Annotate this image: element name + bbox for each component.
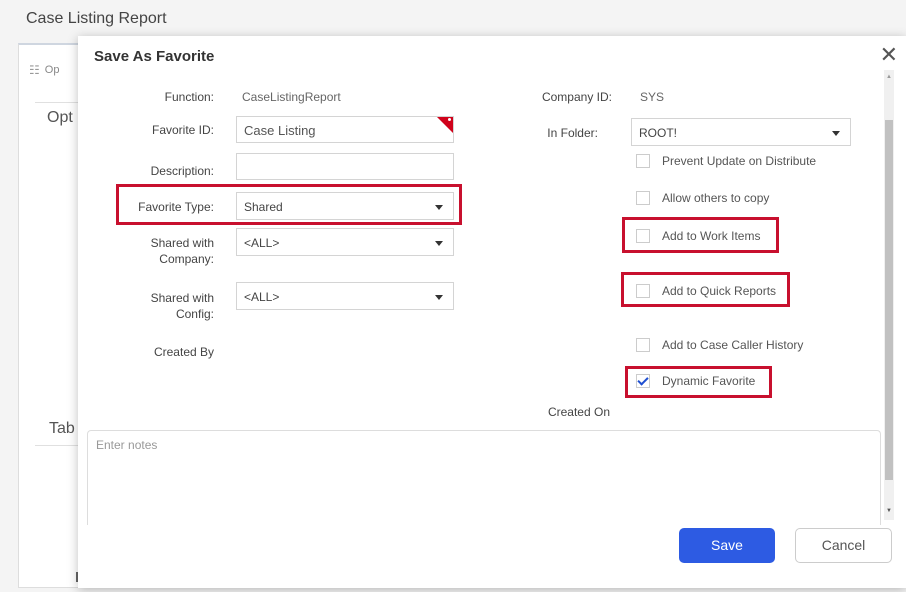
checkbox-box[interactable]	[636, 338, 650, 352]
favorite-type-label: Favorite Type:	[138, 200, 214, 214]
prevent-update-checkbox[interactable]: Prevent Update on Distribute	[636, 154, 816, 168]
shared-company-value: <ALL>	[244, 236, 280, 250]
shared-company-label: Shared with Company:	[118, 235, 214, 267]
chevron-down-icon	[435, 241, 443, 246]
list-icon: ☷	[29, 63, 40, 77]
favorite-id-field[interactable]: Case Listing	[236, 116, 454, 143]
chevron-down-icon	[832, 131, 840, 136]
checkbox-label: Allow others to copy	[662, 191, 770, 205]
company-id-label: Company ID:	[541, 90, 612, 104]
dialog-title: Save As Favorite	[94, 48, 215, 65]
favorite-id-value: Case Listing	[244, 123, 316, 138]
checkbox-box[interactable]	[636, 154, 650, 168]
checkbox-label: Add to Quick Reports	[662, 284, 777, 298]
shared-config-value: <ALL>	[244, 290, 280, 304]
checkbox-label: Prevent Update on Distribute	[662, 154, 817, 168]
shared-config-select[interactable]: <ALL>	[236, 282, 454, 310]
dynamic-favorite-checkbox[interactable]: Dynamic Favorite	[636, 374, 755, 388]
scrollbar[interactable]: ▲ ▼	[884, 70, 894, 520]
checkbox-box[interactable]	[636, 284, 650, 298]
checkbox-label: Add to Case Caller History	[662, 338, 804, 352]
shared-config-label-line1: Shared with	[150, 291, 214, 305]
checkbox-box[interactable]	[636, 229, 650, 243]
notes-textarea[interactable]: Enter notes	[87, 430, 881, 525]
description-label: Description:	[150, 164, 214, 178]
table-heading: Tab	[49, 420, 75, 437]
add-to-case-caller-history-checkbox[interactable]: Add to Case Caller History	[636, 338, 803, 352]
chevron-down-icon	[435, 295, 443, 300]
shared-config-label-line2: Config:	[175, 307, 214, 321]
scrollbar-thumb[interactable]	[885, 120, 893, 480]
chevron-down-icon	[435, 205, 443, 210]
add-to-work-items-checkbox[interactable]: Add to Work Items	[636, 229, 760, 243]
favorite-type-select[interactable]: Shared	[236, 192, 454, 220]
company-id-value: SYS	[640, 90, 665, 104]
in-folder-label: In Folder:	[547, 126, 598, 140]
favorite-id-label: Favorite ID:	[151, 123, 214, 137]
checkbox-label: Dynamic Favorite	[662, 374, 756, 388]
allow-copy-checkbox[interactable]: Allow others to copy	[636, 191, 769, 205]
options-tab-label: Op	[44, 64, 60, 76]
in-folder-value: ROOT!	[639, 126, 677, 140]
function-label: Function:	[164, 90, 214, 104]
shared-config-label: Shared with Config:	[118, 290, 214, 322]
favorite-type-value: Shared	[244, 200, 283, 214]
in-folder-select[interactable]: ROOT!	[631, 118, 851, 146]
created-on-label: Created On	[547, 405, 610, 419]
cancel-button[interactable]: Cancel	[795, 528, 892, 563]
checkbox-box-checked[interactable]	[636, 374, 650, 388]
options-heading: Opt	[47, 109, 73, 126]
shared-company-select[interactable]: <ALL>	[236, 228, 454, 256]
checkbox-box[interactable]	[636, 191, 650, 205]
checkbox-label: Add to Work Items	[662, 229, 761, 243]
function-value: CaseListingReport	[242, 90, 341, 104]
scroll-up-icon[interactable]: ▲	[884, 74, 894, 80]
save-button[interactable]: Save	[679, 528, 775, 563]
shared-company-label-line1: Shared with	[150, 236, 214, 250]
description-field[interactable]	[236, 153, 454, 180]
save-as-favorite-dialog: Save As Favorite ✕ Function: CaseListing…	[78, 36, 906, 588]
add-to-quick-reports-checkbox[interactable]: Add to Quick Reports	[636, 284, 776, 298]
required-dot	[448, 118, 451, 121]
options-tab[interactable]: ☷ Op	[29, 63, 59, 77]
scroll-down-icon[interactable]: ▼	[884, 508, 894, 514]
close-icon[interactable]: ✕	[880, 44, 898, 66]
page-title: Case Listing Report	[26, 10, 167, 27]
shared-company-label-line2: Company:	[159, 252, 214, 266]
created-by-label: Created By	[153, 345, 214, 359]
